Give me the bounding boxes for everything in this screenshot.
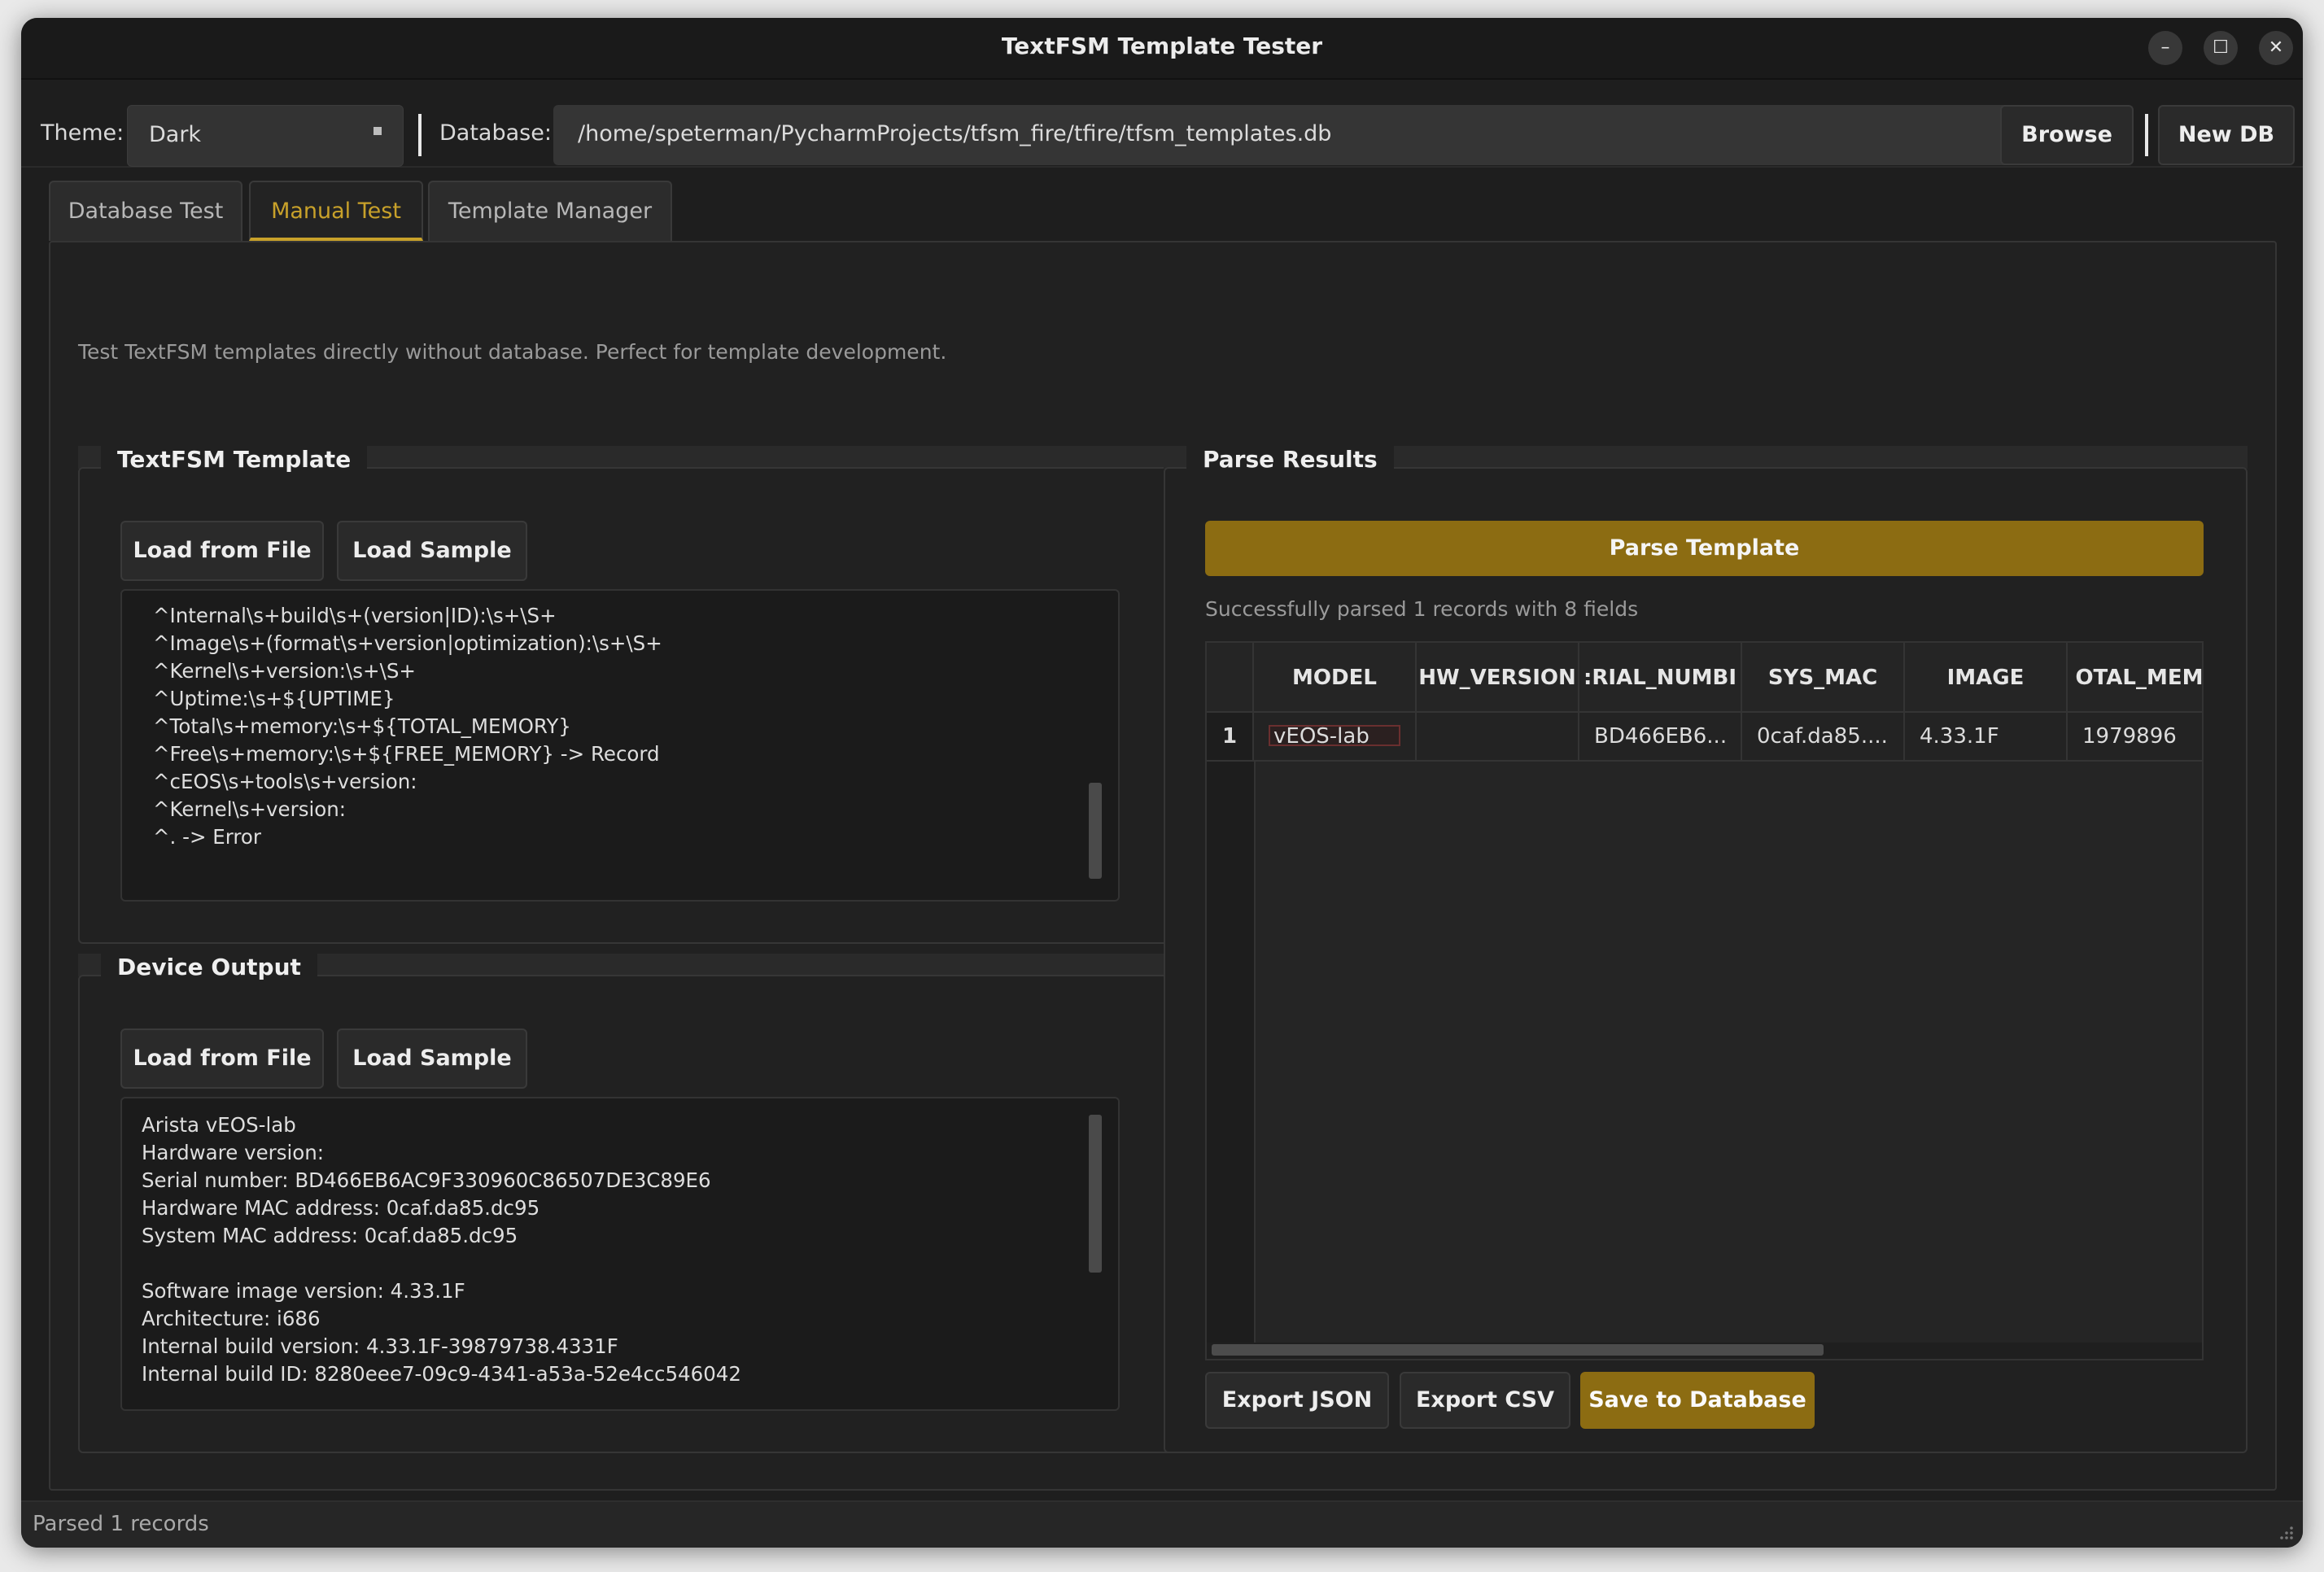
resize-grip-icon[interactable] xyxy=(2278,1525,2295,1541)
save-to-database-button[interactable]: Save to Database xyxy=(1580,1372,1815,1429)
template-line: ^Kernel\s+version: xyxy=(153,797,347,821)
toolbar: Theme: Dark Database: /home/speterman/Py… xyxy=(21,80,2303,168)
output-line: Hardware version: xyxy=(142,1141,325,1164)
device-output-group-title: Device Output xyxy=(101,954,317,980)
table-cell[interactable]: BD466EB6... xyxy=(1579,713,1742,762)
template-load-sample-button[interactable]: Load Sample xyxy=(337,521,527,581)
column-header[interactable]: IMAGE xyxy=(1905,643,2068,713)
output-line: Architecture: i686 xyxy=(142,1307,321,1330)
tab-manual-test[interactable]: Manual Test xyxy=(249,181,423,241)
template-line: ^Image\s+(format\s+version|optimization)… xyxy=(153,631,662,655)
browse-button[interactable]: Browse xyxy=(2000,105,2134,165)
maximize-icon[interactable]: ☐ xyxy=(2204,31,2238,65)
theme-label: Theme: xyxy=(41,120,124,146)
app-window: TextFSM Template Tester – ☐ ✕ Theme: Dar… xyxy=(21,18,2303,1548)
device-output-editor[interactable]: Arista vEOS-lab Hardware version: Serial… xyxy=(120,1097,1120,1411)
table-cell[interactable]: vEOS-lab xyxy=(1254,713,1417,762)
output-line: Internal build version: 4.33.1F-39879738… xyxy=(142,1334,618,1358)
template-line: ^Internal\s+build\s+(version|ID):\s+\S+ xyxy=(153,604,557,627)
output-line: Internal build ID: 8280eee7-09c9-4341-a5… xyxy=(142,1362,741,1386)
title-bar: TextFSM Template Tester – ☐ ✕ xyxy=(21,18,2303,80)
divider xyxy=(418,114,422,156)
template-line: ^Total\s+memory:\s+${TOTAL_MEMORY} xyxy=(153,714,571,738)
parse-results-group-title: Parse Results xyxy=(1186,446,1394,473)
template-line: ^. -> Error xyxy=(153,825,261,849)
table-cell[interactable]: 0caf.da85.... xyxy=(1742,713,1905,762)
column-header[interactable]: OTAL_MEMO xyxy=(2068,643,2202,713)
page-description: Test TextFSM templates directly without … xyxy=(78,340,947,364)
divider xyxy=(2145,114,2148,156)
output-scrollbar[interactable] xyxy=(1089,1115,1102,1273)
database-path-value: /home/speterman/PycharmProjects/tfsm_fir… xyxy=(578,121,1332,146)
template-line: ^Kernel\s+version:\s+\S+ xyxy=(153,659,416,683)
column-header[interactable]: HW_VERSION xyxy=(1417,643,1579,713)
database-label: Database: xyxy=(439,120,552,146)
tab-database-test[interactable]: Database Test xyxy=(49,181,242,241)
minimize-icon[interactable]: – xyxy=(2148,31,2182,65)
theme-select[interactable]: Dark xyxy=(127,105,404,167)
template-load-file-button[interactable]: Load from File xyxy=(120,521,324,581)
template-editor[interactable]: ^Internal\s+build\s+(version|ID):\s+\S+ … xyxy=(120,589,1120,902)
output-load-file-button[interactable]: Load from File xyxy=(120,1028,324,1089)
corner-header xyxy=(1207,643,1254,713)
table-cell[interactable] xyxy=(1417,713,1579,762)
output-line: Serial number: BD466EB6AC9F330960C86507D… xyxy=(142,1168,711,1192)
output-line: Arista vEOS-lab xyxy=(142,1113,296,1137)
template-line: ^cEOS\s+tools\s+version: xyxy=(153,770,417,793)
output-line: Software image version: 4.33.1F xyxy=(142,1279,465,1303)
template-line: ^Uptime:\s+${UPTIME} xyxy=(153,687,395,710)
table-cell[interactable]: 1979896 xyxy=(2068,713,2202,762)
column-header[interactable]: SYS_MAC xyxy=(1742,643,1905,713)
table-cell[interactable]: 4.33.1F xyxy=(1905,713,2068,762)
output-line: Hardware MAC address: 0caf.da85.dc95 xyxy=(142,1196,540,1220)
close-icon[interactable]: ✕ xyxy=(2259,31,2293,65)
status-text: Parsed 1 records xyxy=(33,1512,209,1536)
column-header[interactable]: :RIAL_NUMBI xyxy=(1579,643,1742,713)
output-load-sample-button[interactable]: Load Sample xyxy=(337,1028,527,1089)
database-path-field[interactable]: /home/speterman/PycharmProjects/tfsm_fir… xyxy=(553,105,2013,165)
column-header[interactable]: MODEL xyxy=(1254,643,1417,713)
theme-select-value: Dark xyxy=(149,122,202,147)
row-number[interactable]: 1 xyxy=(1207,713,1254,762)
dropdown-arrow-icon xyxy=(374,127,382,135)
output-line: System MAC address: 0caf.da85.dc95 xyxy=(142,1224,518,1247)
template-line: ^Free\s+memory:\s+${FREE_MEMORY} -> Reco… xyxy=(153,742,660,766)
parse-status-text: Successfully parsed 1 records with 8 fie… xyxy=(1205,597,1639,621)
template-group-title: TextFSM Template xyxy=(101,446,368,473)
new-db-button[interactable]: New DB xyxy=(2158,105,2295,165)
template-scrollbar[interactable] xyxy=(1089,783,1102,879)
table-hscroll-thumb[interactable] xyxy=(1212,1344,1824,1356)
status-bar: Parsed 1 records xyxy=(21,1500,2303,1548)
selected-cell-editor[interactable]: vEOS-lab xyxy=(1269,725,1400,747)
tab-template-manager[interactable]: Template Manager xyxy=(428,181,672,241)
export-json-button[interactable]: Export JSON xyxy=(1205,1372,1389,1429)
window-title: TextFSM Template Tester xyxy=(1001,33,1323,59)
results-table: MODEL HW_VERSION :RIAL_NUMBI SYS_MAC IMA… xyxy=(1205,641,2204,1360)
parse-template-button[interactable]: Parse Template xyxy=(1205,521,2204,576)
export-csv-button[interactable]: Export CSV xyxy=(1400,1372,1570,1429)
table-hscroll-track[interactable] xyxy=(1207,1343,2202,1359)
